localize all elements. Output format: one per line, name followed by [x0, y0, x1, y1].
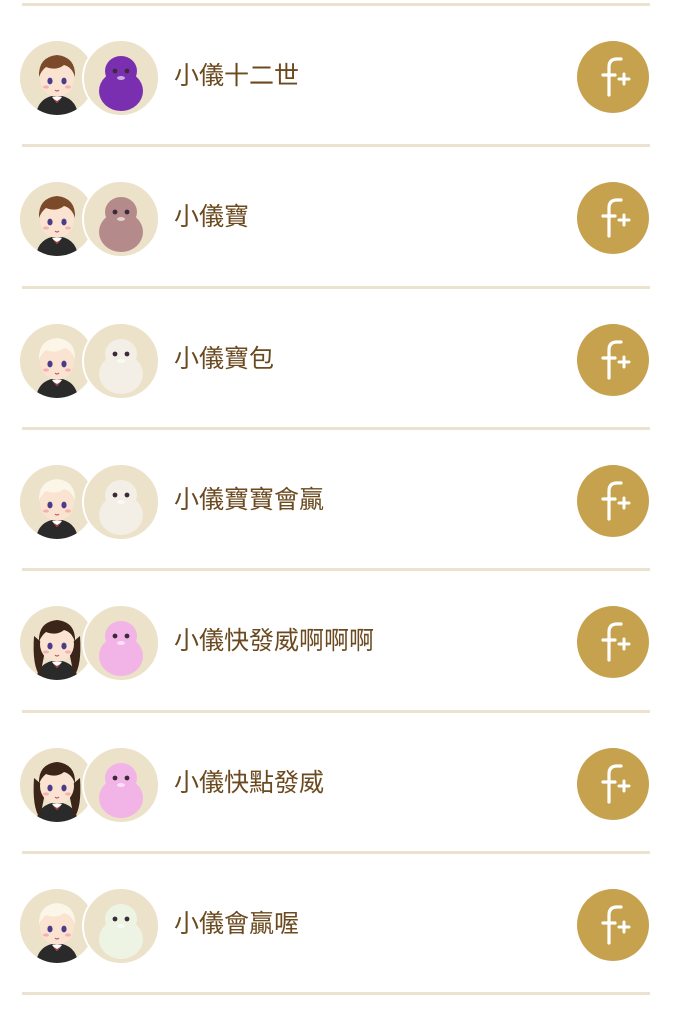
row-divider [22, 992, 650, 995]
friend-name: 小儀快點發威 [174, 768, 325, 797]
follow-button[interactable] [577, 324, 649, 396]
follow-plus-icon [577, 41, 649, 113]
friend-row[interactable]: 小儀會贏喔 [0, 854, 674, 995]
follow-button[interactable] [577, 889, 649, 961]
friend-name: 小儀十二世 [174, 61, 300, 90]
friend-name: 小儀快發威啊啊啊 [174, 626, 375, 655]
follow-plus-icon [577, 748, 649, 820]
brown-rabbit-pet-icon[interactable] [82, 180, 160, 258]
pink-fluffy-pet-icon[interactable] [82, 604, 160, 682]
friend-row[interactable]: 小儀寶包 [0, 289, 674, 430]
friend-name: 小儀寶 [174, 202, 250, 231]
friend-row[interactable]: 小儀快點發威 [0, 713, 674, 854]
follow-button[interactable] [577, 41, 649, 113]
white-alpaca-ghost-pet-icon[interactable] [82, 463, 160, 541]
follow-button[interactable] [577, 465, 649, 537]
follow-plus-icon [577, 324, 649, 396]
follow-button[interactable] [577, 182, 649, 254]
friend-row[interactable]: 小儀寶 [0, 147, 674, 288]
white-alpaca-pet-icon[interactable] [82, 322, 160, 400]
pink-fluffy-pet-icon[interactable] [82, 746, 160, 824]
friend-name: 小儀寶寶會贏 [174, 485, 325, 514]
friend-name: 小儀寶包 [174, 344, 275, 373]
friend-row[interactable]: 小儀十二世 [0, 6, 674, 147]
follow-plus-icon [577, 889, 649, 961]
friend-name: 小儀會贏喔 [174, 909, 300, 938]
follow-button[interactable] [577, 748, 649, 820]
friend-row[interactable]: 小儀快發威啊啊啊 [0, 571, 674, 712]
purple-monster-pet-icon[interactable] [82, 39, 160, 117]
follow-plus-icon [577, 606, 649, 678]
follow-plus-icon [577, 182, 649, 254]
friend-list: 小儀十二世小儀寶小儀寶包小儀寶寶會贏小儀快發威啊啊啊 小儀快點發威 小儀會贏喔 [0, 0, 674, 1024]
follow-plus-icon [577, 465, 649, 537]
follow-button[interactable] [577, 606, 649, 678]
friend-row[interactable]: 小儀寶寶會贏 [0, 430, 674, 571]
white-alpaca-ghost-pet-icon[interactable] [82, 887, 160, 965]
